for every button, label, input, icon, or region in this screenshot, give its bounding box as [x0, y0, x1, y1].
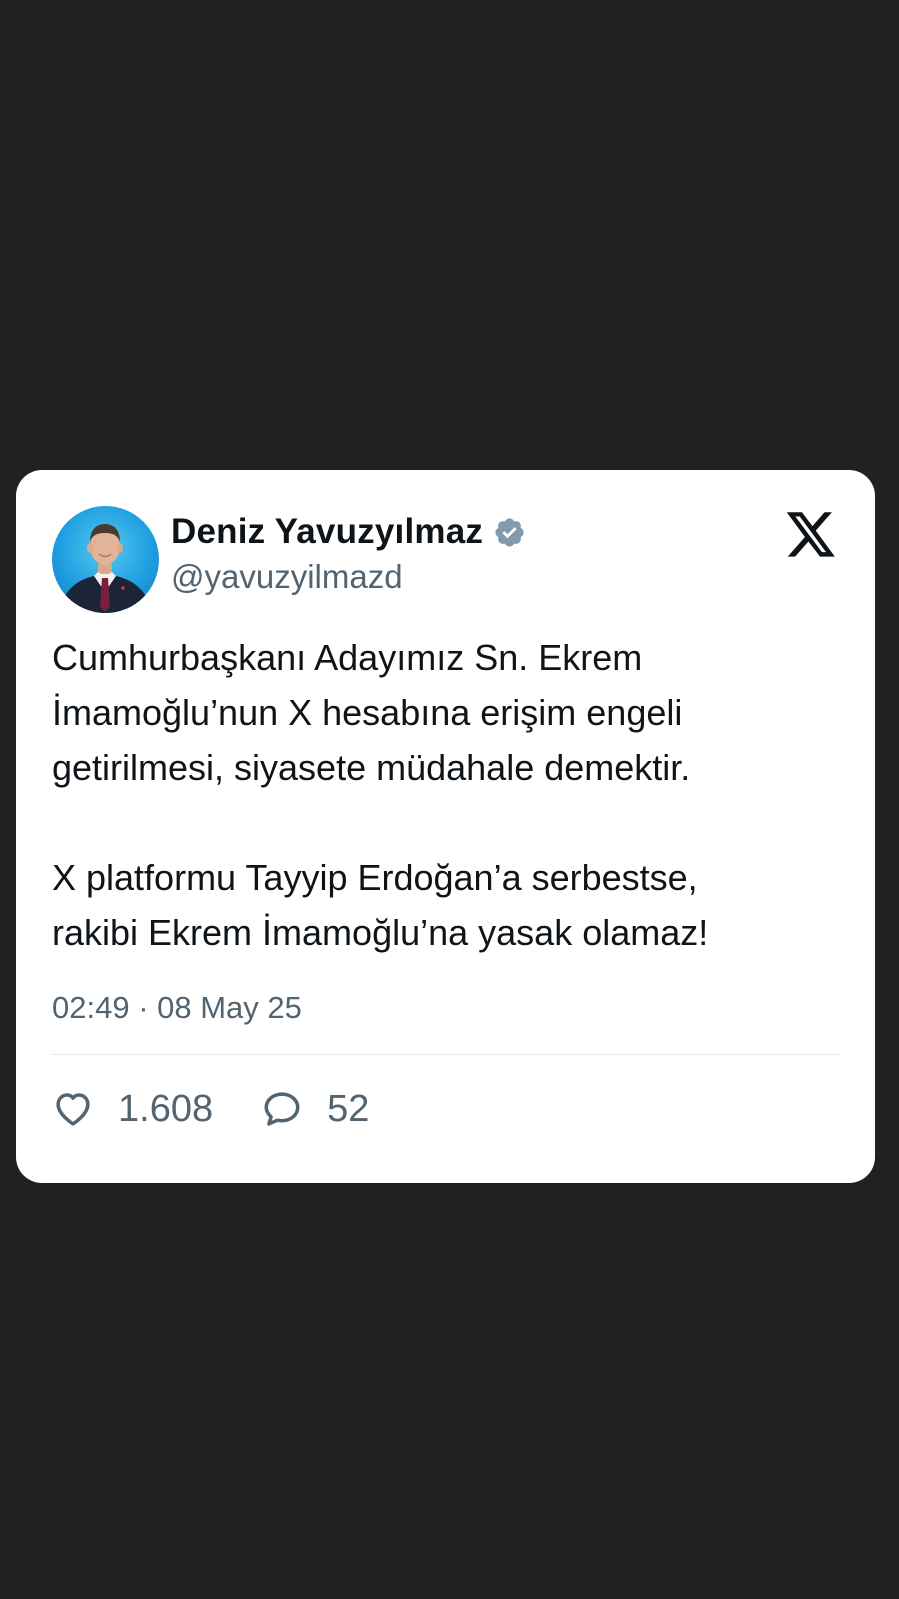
tweet-card[interactable]: Deniz Yavuzyılmaz @yavuzyilmazd Cumhurba… — [16, 470, 875, 1183]
avatar-portrait — [60, 524, 151, 613]
tweet-timestamp[interactable]: 02:49 · 08 May 25 — [52, 990, 302, 1026]
like-count: 1.608 — [118, 1087, 214, 1130]
x-logo-icon[interactable] — [785, 510, 837, 560]
divider — [52, 1054, 839, 1055]
reply-bubble-icon — [261, 1088, 303, 1130]
reply-count: 52 — [327, 1087, 370, 1130]
reply-button[interactable]: 52 — [261, 1088, 369, 1131]
author-handle[interactable]: @yavuzyilmazd — [171, 558, 403, 596]
author-display-name[interactable]: Deniz Yavuzyılmaz — [171, 512, 483, 552]
avatar[interactable] — [52, 506, 159, 613]
like-button[interactable]: 1.608 — [52, 1088, 213, 1131]
verified-badge-icon — [493, 516, 526, 549]
heart-icon — [52, 1088, 94, 1130]
tweet-actions: 1.608 52 — [52, 1078, 417, 1140]
author-name-row: Deniz Yavuzyılmaz — [171, 508, 526, 556]
tweet-text: Cumhurbaşkanı Adayımız Sn. Ekrem İmamoğl… — [52, 637, 709, 953]
